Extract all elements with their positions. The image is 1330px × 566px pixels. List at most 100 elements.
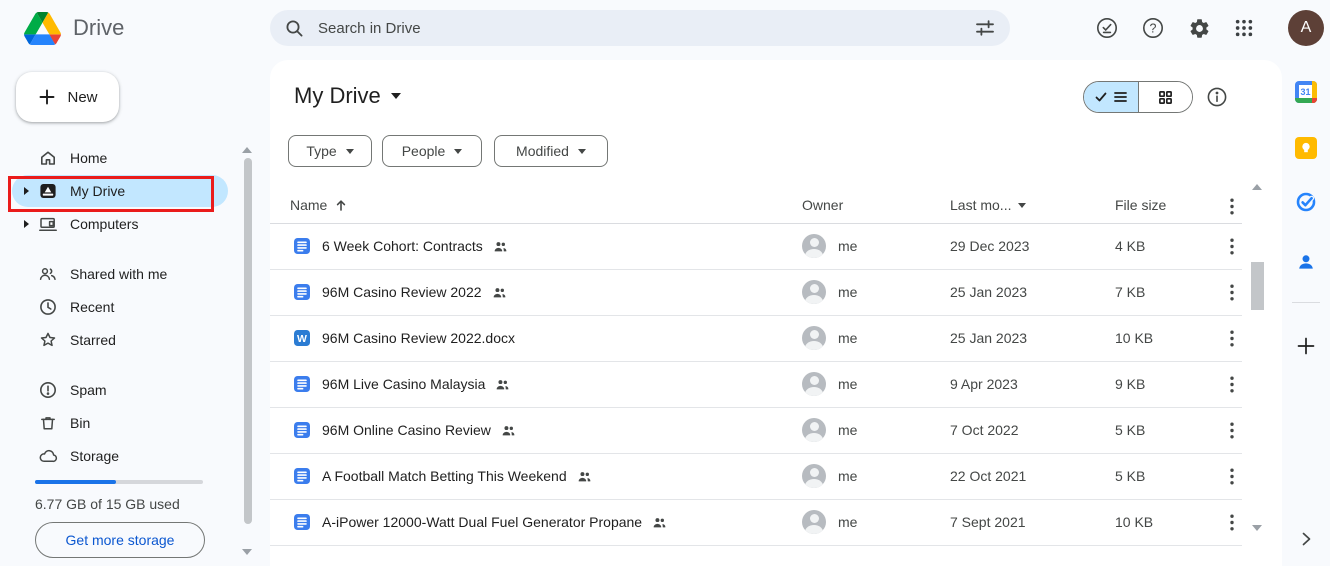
last-modified: 9 Apr 2023 [950,376,1018,392]
owner-avatar [802,372,826,396]
new-button[interactable]: New [16,72,119,122]
file-row[interactable]: A-iPower 12000-Watt Dual Fuel Generator … [270,499,1242,546]
page-title-dropdown[interactable]: My Drive [294,83,401,109]
file-name: 96M Online Casino Review [322,422,491,438]
docs-file-icon [292,512,312,532]
list-view-button[interactable] [1084,82,1138,112]
storage-used-text: 6.77 GB of 15 GB used [35,496,180,512]
expand-arrow-icon[interactable] [24,220,29,228]
file-row[interactable]: A Football Match Betting This Weekend me 2… [270,453,1242,500]
sidebar-item-storage[interactable]: Storage [12,440,228,472]
account-avatar[interactable]: A [1288,10,1324,46]
help-icon[interactable]: ? [1141,16,1165,40]
sidebar-item-label: Recent [70,299,115,315]
list-scroll-up-icon[interactable] [1252,184,1262,190]
get-more-storage-button[interactable]: Get more storage [35,522,205,558]
expand-arrow-icon[interactable] [24,187,29,195]
sidebar-item-starred[interactable]: Starred [12,324,228,356]
owner-name: me [838,330,858,346]
shared-people-icon [502,425,515,435]
filter-chip-people[interactable]: People [382,135,482,167]
sidebar-item-computers[interactable]: Computers [12,208,228,240]
drive-logo[interactable]: Drive [24,10,124,46]
last-modified: 7 Oct 2022 [950,422,1019,438]
sidebar-item-my-drive[interactable]: My Drive [12,175,228,207]
tasks-icon[interactable] [1294,190,1318,214]
file-row[interactable]: 96M Online Casino Review me 7 Oct 2022 5 KB [270,407,1242,454]
google-apps-grid-icon[interactable] [1232,16,1256,40]
sidebar-item-spam[interactable]: Spam [12,374,228,406]
page-title: My Drive [294,83,381,108]
home-icon [38,148,58,168]
sort-ascending-icon [337,200,346,211]
offline-status-icon[interactable] [1095,16,1119,40]
new-button-label: New [67,88,98,106]
file-name: 96M Casino Review 2022.docx [322,330,515,346]
sidebar-item-home[interactable]: Home [12,142,228,174]
owner-avatar [802,280,826,304]
search-options-icon[interactable] [974,17,996,39]
last-modified: 7 Sept 2021 [950,514,1026,530]
column-header-size[interactable]: File size [1115,197,1166,213]
file-size: 4 KB [1115,238,1146,254]
settings-gear-icon[interactable] [1187,16,1211,40]
grid-view-button[interactable] [1137,82,1192,112]
row-more-actions-icon[interactable] [1220,280,1244,304]
sidebar-scroll-down-icon[interactable] [242,549,252,555]
file-row[interactable]: W 96M Casino Review 2022.docx me 25 Jan 202… [270,315,1242,362]
svg-text:W: W [297,333,307,345]
row-more-actions-icon[interactable] [1220,234,1244,258]
row-more-actions-icon[interactable] [1220,418,1244,442]
sidebar-item-shared-with-me[interactable]: Shared with me [12,258,228,290]
drive-logo-icon [24,11,61,45]
list-scroll-down-icon[interactable] [1252,525,1262,531]
owner-name: me [838,238,858,254]
sidebar-item-label: Bin [70,415,91,431]
add-panel-icon[interactable] [1294,334,1318,358]
search-bar[interactable] [270,10,1010,46]
column-header-name[interactable]: Name [290,197,348,213]
chevron-down-icon [577,148,586,154]
spam-icon [38,380,58,400]
search-icon [286,20,303,37]
owner-avatar [802,464,826,488]
contacts-icon[interactable] [1294,250,1318,274]
row-more-actions-icon[interactable] [1220,464,1244,488]
keep-icon[interactable] [1294,136,1318,160]
sidebar-scroll-up-icon[interactable] [242,147,252,153]
list-scrollbar[interactable] [1251,262,1264,310]
filter-chip-label: Modified [516,143,569,159]
logo-text: Drive [73,15,125,40]
sidebar-item-label: Computers [70,216,139,232]
file-row[interactable]: 96M Live Casino Malaysia me 9 Apr 2023 9 KB [270,361,1242,408]
my-drive-icon [38,181,58,201]
row-more-actions-icon[interactable] [1220,326,1244,350]
filter-chip-type[interactable]: Type [288,135,372,167]
storage-progress-fill [35,480,116,484]
shared-people-icon [494,241,507,251]
file-name: 96M Live Casino Malaysia [322,376,486,392]
filter-chip-label: Type [306,143,337,159]
file-row[interactable]: 6 Week Cohort: Contracts me 29 Dec 2023 4 K… [270,223,1242,270]
sidebar-item-label: Starred [70,332,116,348]
search-input[interactable] [316,18,974,38]
sidebar-item-recent[interactable]: Recent [12,291,228,323]
last-modified: 29 Dec 2023 [950,238,1030,254]
file-name: A-iPower 12000-Watt Dual Fuel Generator … [322,514,643,530]
docs-file-icon [292,466,312,486]
calendar-icon[interactable]: 31 [1294,80,1318,104]
show-side-panel-chevron-icon[interactable] [1294,527,1318,551]
computers-icon [38,214,58,234]
column-header-more-icon[interactable] [1220,194,1244,218]
column-header-modified[interactable]: Last mo... [950,197,1027,213]
filter-chip-modified[interactable]: Modified [494,135,608,167]
sidebar-item-bin[interactable]: Bin [12,407,228,439]
column-header-owner[interactable]: Owner [802,197,843,213]
details-info-icon[interactable] [1206,86,1228,108]
row-more-actions-icon[interactable] [1220,510,1244,534]
file-row[interactable]: 96M Casino Review 2022 me 25 Jan 2023 7 KB [270,269,1242,316]
row-more-actions-icon[interactable] [1220,372,1244,396]
word-file-icon: W [292,328,312,348]
sidebar-scrollbar[interactable] [244,158,252,524]
owner-name: me [838,376,858,392]
